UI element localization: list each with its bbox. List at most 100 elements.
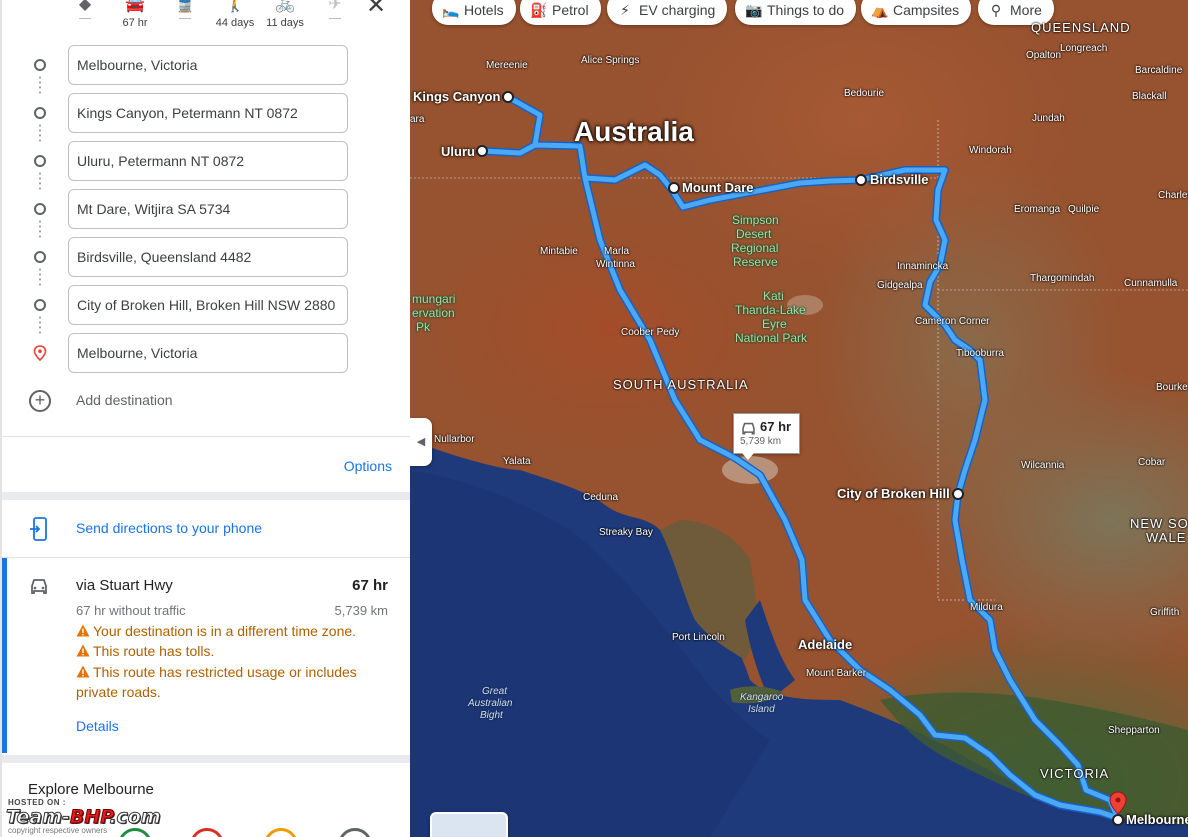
travel-mode-bar: ◆ 🚘 67 hr 🚆 🚶 44 days 🚲 11 days ✈ ✕ (2, 0, 410, 34)
town-label: Tibooburra (956, 348, 1004, 359)
city-label: Mount Dare (682, 180, 754, 195)
town-label: ara (410, 114, 425, 125)
route-without-traffic: 67 hr without traffic (76, 603, 186, 618)
route-connector (39, 123, 41, 143)
stop-input-7[interactable]: Melbourne, Victoria (68, 333, 348, 373)
airplane-icon: ✈ (328, 0, 342, 13)
ev-icon: ⚡ (620, 2, 630, 18)
route-option-card[interactable]: via Stuart Hwy 67 hr 67 hr without traff… (2, 558, 410, 753)
sea-label: Australian (468, 698, 513, 709)
bed-icon: 🛌 (442, 2, 460, 18)
chip-label: More (1010, 2, 1042, 18)
town-label: Alice Springs (581, 55, 640, 66)
stop-row: Mt Dare, Witjira SA 5734 (2, 189, 410, 229)
section-divider (2, 492, 410, 500)
stop-marker-melbourne[interactable] (1112, 814, 1124, 826)
park-label: mungari (412, 292, 456, 306)
chip-ev-charging[interactable]: ⚡ EV charging (607, 0, 728, 25)
town-label: Opalton (1026, 50, 1062, 61)
route-name: via Stuart Hwy (76, 577, 173, 594)
explore-category-chip[interactable] (338, 828, 372, 837)
mode-best-route[interactable]: ◆ (65, 0, 105, 19)
sea-label: Island (748, 704, 775, 715)
city-label: Melbourne (1126, 812, 1188, 827)
options-link[interactable]: Options (344, 458, 392, 474)
town-label: Coober Pedy (621, 327, 680, 338)
details-link[interactable]: Details (76, 718, 119, 734)
waypoint-circle-icon (34, 299, 46, 311)
send-to-phone-icon (30, 517, 47, 541)
town-label: Wilcannia (1021, 460, 1065, 471)
warning-tolls: This route has tolls. (76, 641, 376, 661)
town-label: Barcaldine (1135, 65, 1183, 76)
chip-hotels[interactable]: 🛌 Hotels (432, 0, 516, 25)
route-box-time: 67 hr (760, 419, 792, 434)
send-directions-button[interactable]: Send directions to your phone (2, 500, 410, 556)
stop-input-2[interactable]: Kings Canyon, Petermann NT 0872 (68, 93, 348, 133)
city-label: City of Broken Hill (837, 486, 950, 501)
chip-label: EV charging (639, 2, 716, 18)
close-directions-icon[interactable]: ✕ (362, 0, 390, 22)
route-connector (39, 267, 41, 287)
town-label: Eromanga (1014, 204, 1061, 215)
park-label: Kati (763, 289, 784, 303)
explore-category-chip[interactable] (190, 828, 224, 837)
town-label: Bedourie (844, 88, 885, 99)
park-label: Desert (736, 227, 772, 241)
chip-campsites[interactable]: ⛺ Campsites (861, 0, 972, 25)
collapse-panel-button[interactable]: ◀ (410, 418, 432, 466)
stop-input-4[interactable]: Mt Dare, Witjira SA 5734 (68, 189, 348, 229)
chip-label: Petrol (552, 2, 589, 18)
stop-row: Birdsville, Queensland 4482 (2, 237, 410, 277)
stop-input-3[interactable]: Uluru, Petermann NT 0872 (68, 141, 348, 181)
chip-petrol[interactable]: ⛽ Petrol (520, 0, 601, 25)
region-label: WALE (1146, 530, 1187, 545)
stop-input-1[interactable]: Melbourne, Victoria (68, 45, 348, 85)
logo-part: .com (109, 806, 161, 829)
fuel-icon: ⛽ (530, 2, 548, 18)
divider (2, 436, 410, 437)
mode-dash (329, 18, 341, 19)
add-destination-button[interactable]: + Add destination (2, 388, 410, 414)
warning-text: Your destination is in a different time … (93, 623, 357, 639)
city-label: Uluru (441, 144, 475, 159)
stop-marker-birdsville[interactable] (855, 174, 867, 186)
layers-button[interactable] (430, 812, 508, 837)
town-label: Cobar (1138, 457, 1166, 468)
sea-label: Great (482, 686, 508, 697)
town-label: Gidgealpa (877, 280, 923, 291)
stop-marker-broken-hill[interactable] (952, 488, 964, 500)
explore-category-chip[interactable] (118, 828, 152, 837)
mode-flights[interactable]: ✈ (315, 0, 355, 19)
mode-cycling[interactable]: 🚲 11 days (265, 0, 305, 29)
sea-label: Kangaroo (740, 692, 784, 703)
stop-marker-kings-canyon[interactable] (502, 91, 514, 103)
waypoint-circle-icon (34, 155, 46, 167)
route-summary-callout[interactable]: 67 hr 5,739 km (733, 413, 800, 460)
park-label: Reserve (733, 255, 778, 269)
stop-row: Kings Canyon, Petermann NT 0872 (2, 93, 410, 133)
route-connector (39, 315, 41, 335)
map-canvas[interactable]: 🛌 Hotels ⛽ Petrol ⚡ EV charging 📷 Things to … (410, 0, 1188, 837)
city-label: Kings Canyon (413, 89, 501, 104)
mode-transit[interactable]: 🚆 (165, 0, 205, 19)
town-label: Wintinna (596, 259, 635, 270)
warning-icon (76, 644, 90, 657)
watermark-copyright: copyright respective owners (8, 826, 108, 835)
chip-things-to-do[interactable]: 📷 Things to do (735, 0, 857, 25)
town-label: Blackall (1132, 91, 1167, 102)
stop-marker-mount-dare[interactable] (668, 182, 680, 194)
search-icon: ⚲ (990, 2, 1002, 18)
stop-input-6[interactable]: City of Broken Hill, Broken Hill NSW 288… (68, 285, 348, 325)
explore-category-chip[interactable] (264, 828, 298, 837)
mode-driving-label: 67 hr (122, 17, 148, 29)
park-label: Simpson (732, 213, 779, 227)
stop-marker-uluru[interactable] (476, 145, 488, 157)
section-divider (2, 755, 410, 763)
town-label: Quilpie (1068, 204, 1100, 215)
town-label: Jundah (1032, 113, 1065, 124)
town-label: Mount Barker (806, 668, 867, 679)
mode-driving[interactable]: 🚘 67 hr (115, 0, 155, 29)
stop-input-5[interactable]: Birdsville, Queensland 4482 (68, 237, 348, 277)
mode-walking[interactable]: 🚶 44 days (215, 0, 255, 29)
